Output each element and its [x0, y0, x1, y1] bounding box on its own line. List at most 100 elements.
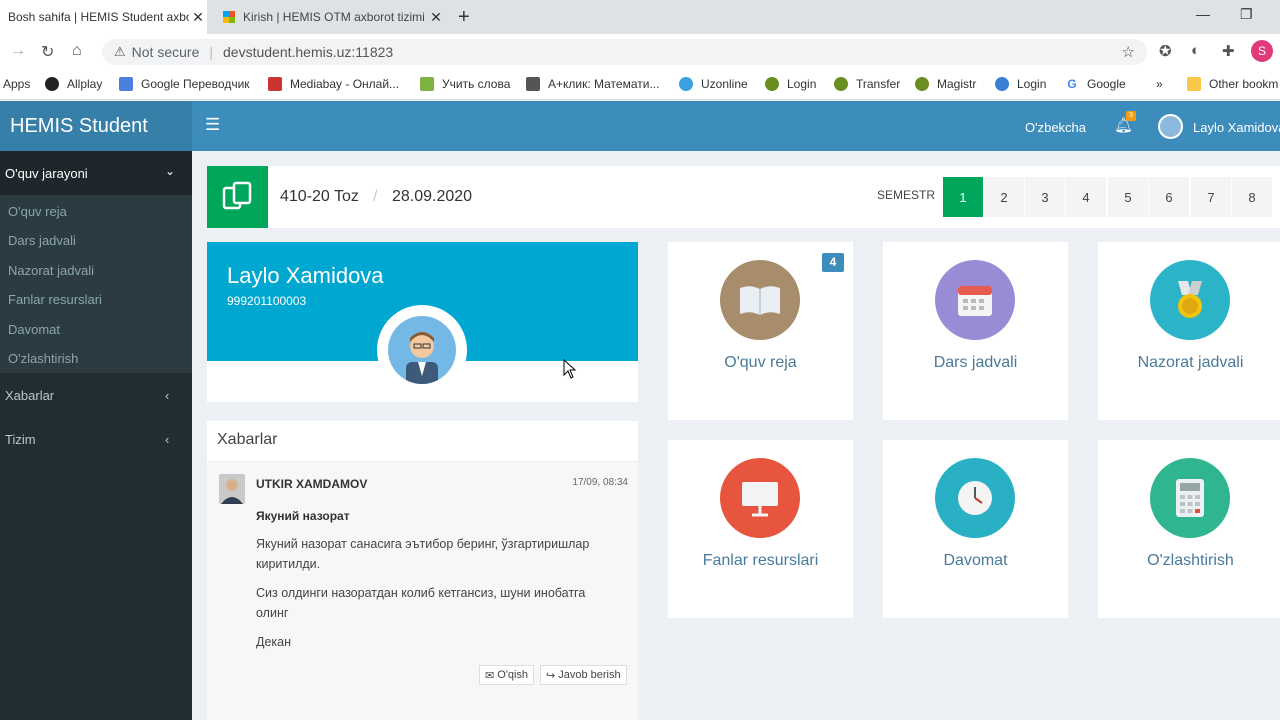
read-button[interactable]: ✉ O'qish	[479, 665, 535, 685]
app-header: HEMIS Student ☰ O'zbekcha 🔔︎ 3 Laylo Xam…	[0, 101, 1280, 151]
sidebar-item-label: Xabarlar	[5, 388, 55, 403]
google-icon: G	[1065, 77, 1079, 91]
close-tab-icon[interactable]: ✕	[427, 9, 445, 26]
calculator-icon	[1150, 458, 1230, 538]
tile-ozlashtirish[interactable]: O'zlashtirish	[1098, 440, 1280, 618]
group-name: 410-20 Toz	[280, 188, 359, 205]
more-bookmarks[interactable]: »	[1156, 77, 1163, 91]
uzonline-icon	[679, 77, 693, 91]
tile-davomat[interactable]: Davomat	[883, 440, 1068, 618]
bookmark-item[interactable]: Magistr	[915, 77, 976, 91]
bookmark-item[interactable]: Uzonline	[679, 77, 748, 91]
bookmark-apps[interactable]: Apps	[3, 77, 30, 91]
semester-button-6[interactable]: 6	[1149, 177, 1189, 217]
sidebar-section-label: O'quv jarayoni	[5, 166, 88, 181]
menu-toggle-icon[interactable]: ☰	[205, 115, 220, 135]
tile-nazorat-jadvali[interactable]: Nazorat jadvali	[1098, 242, 1280, 420]
bookmark-item[interactable]: Login	[995, 77, 1046, 91]
bookmark-item[interactable]: Google Переводчик	[119, 77, 250, 91]
bookmarks-bar: Apps Allplay Google Переводчик Mediabay …	[0, 70, 1280, 100]
chevron-left-icon: ‹	[165, 432, 170, 447]
bookmark-label: Allplay	[67, 77, 103, 91]
bookmark-item[interactable]: Учить слова	[420, 77, 510, 91]
sidebar-item-fanlar-resurslari[interactable]: Fanlar resurslari	[8, 292, 102, 307]
reply-icon: ↪	[546, 669, 556, 682]
tile-fanlar-resurslari[interactable]: Fanlar resurslari	[668, 440, 853, 618]
translate-icon	[119, 77, 133, 91]
sidebar-item-ozlashtirish[interactable]: O'zlashtirish	[8, 351, 78, 366]
close-tab-icon[interactable]: ✕	[189, 9, 207, 26]
bookmark-label: Magistr	[937, 77, 977, 91]
bookmark-folder[interactable]: Other bookm	[1187, 77, 1278, 91]
browser-tab-active[interactable]: Bosh sahifa | HEMIS Student axborot tizi…	[0, 0, 207, 34]
extension-circle-icon[interactable]: ◐	[1191, 42, 1200, 59]
sidebar-item-tizim[interactable]: Tizim ‹	[5, 432, 185, 447]
reply-button[interactable]: ↪ Javob berish	[540, 665, 627, 685]
bookmark-label: Transfer	[856, 77, 901, 91]
bookmark-label: Other bookm	[1209, 77, 1279, 91]
semester-button-7[interactable]: 7	[1191, 177, 1231, 217]
minimize-icon[interactable]: —	[1196, 6, 1210, 22]
new-tab-icon[interactable]: +	[458, 6, 470, 29]
tile-oquv-reja[interactable]: 4 O'quv reja	[668, 242, 853, 420]
app-logo[interactable]: HEMIS Student	[0, 101, 192, 151]
puzzle-icon[interactable]: ✚	[1222, 42, 1235, 60]
bookmark-label: Учить слова	[442, 77, 511, 91]
bookmark-item[interactable]: G Google	[1065, 77, 1126, 91]
extension-star-icon[interactable]: ✪	[1159, 42, 1172, 60]
copy-icon	[207, 166, 268, 228]
language-selector[interactable]: O'zbekcha	[1025, 120, 1086, 135]
news-item: UTKIR XAMDAMOV 17/09, 08:34 Якуний назор…	[207, 462, 638, 720]
sidebar-item-davomat[interactable]: Davomat	[8, 322, 60, 337]
omnibox[interactable]: ⚠ Not secure | devstudent.hemis.uz:11823…	[102, 39, 1147, 65]
sidebar-item-xabarlar[interactable]: Xabarlar ‹	[5, 388, 185, 403]
sidebar-section-oquv-jarayoni[interactable]: O'quv jarayoni ⌄	[0, 151, 192, 195]
semester-button-2[interactable]: 2	[984, 177, 1024, 217]
profile-avatar[interactable]: S	[1251, 40, 1273, 62]
news-paragraph: Сиз олдинги назоратдан колиб кетгансиз, …	[256, 586, 586, 620]
bookmark-label: Apps	[3, 77, 31, 91]
user-avatar[interactable]	[1158, 114, 1183, 139]
browser-tab[interactable]: Kirish | HEMIS OTM axborot tizimi ✕	[213, 0, 445, 34]
bookmark-item[interactable]: Allplay	[45, 77, 102, 91]
news-subject: Якуний назорат	[256, 509, 350, 523]
bookmark-item[interactable]: Mediabay - Онлай...	[268, 77, 399, 91]
semester-button-4[interactable]: 4	[1066, 177, 1106, 217]
reply-label: Javob berish	[558, 669, 621, 681]
warning-icon: ⚠	[114, 44, 126, 59]
allplay-icon	[45, 77, 59, 91]
divider: /	[373, 188, 378, 205]
user-name[interactable]: Laylo Xamidova	[1193, 120, 1280, 135]
sidebar-item-nazorat-jadvali[interactable]: Nazorat jadvali	[8, 263, 94, 278]
bookmark-item[interactable]: А+клик: Математи...	[526, 77, 659, 91]
calendar-icon	[935, 260, 1015, 340]
bookmark-item[interactable]: Transfer	[834, 77, 900, 91]
mediabay-icon	[268, 77, 282, 91]
reload-icon[interactable]: ↻	[41, 42, 54, 62]
home-icon[interactable]: ⌂	[72, 42, 82, 60]
bookmark-label: Google	[1087, 77, 1126, 91]
bookmark-star-icon[interactable]: ☆	[1122, 43, 1135, 61]
restore-icon[interactable]: ❐	[1240, 6, 1253, 23]
tile-dars-jadvali[interactable]: Dars jadvali	[883, 242, 1068, 420]
mouse-cursor-icon	[563, 359, 577, 379]
sidebar-submenu: O'quv reja Dars jadvali Nazorat jadvali …	[0, 195, 192, 373]
news-widget: Xabarlar UTKIR XAMDAMOV 17/09, 08:34 Яку…	[207, 421, 638, 720]
semester-button-8[interactable]: 8	[1232, 177, 1272, 217]
news-time: 17/09, 08:34	[572, 477, 628, 488]
bookmark-label: Google Переводчик	[141, 77, 250, 91]
tile-label: Fanlar resurslari	[702, 552, 819, 569]
sidebar-item-dars-jadvali[interactable]: Dars jadvali	[8, 233, 76, 248]
read-label: O'qish	[497, 669, 529, 681]
chevron-down-icon: ⌄	[164, 164, 175, 178]
sidebar-item-oquv-reja[interactable]: O'quv reja	[8, 204, 67, 219]
bookmark-item[interactable]: Login	[765, 77, 816, 91]
semester-button-5[interactable]: 5	[1108, 177, 1148, 217]
semester-button-3[interactable]: 3	[1025, 177, 1065, 217]
semester-button-1[interactable]: 1	[943, 177, 983, 217]
login-icon	[995, 77, 1009, 91]
semester-label: SEMESTR	[877, 188, 936, 202]
back-arrow-icon[interactable]: →	[10, 42, 26, 60]
news-paragraph: Якуний назорат санасига эътибор беринг, …	[256, 537, 590, 571]
profile-id: 999201100003	[227, 294, 307, 308]
